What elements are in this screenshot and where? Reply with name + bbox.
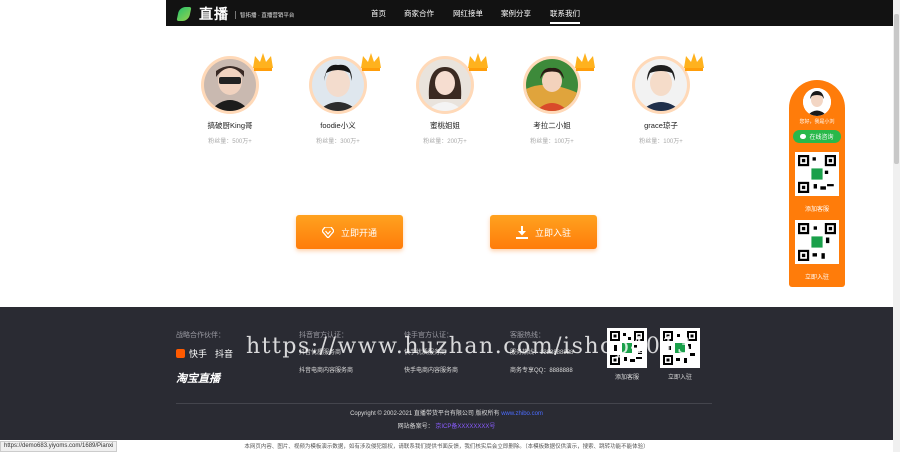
watermark: https://www.huzhan.com/ishop4013 <box>246 334 693 359</box>
nav-home[interactable]: 首页 <box>371 8 386 19</box>
logo-icon <box>176 6 196 22</box>
crown-icon <box>468 53 488 71</box>
streamer-fans: 粉丝量：300万+ <box>316 139 360 145</box>
status-url: https://demo683.yiyoms.com/1689/Pianxi <box>0 441 118 452</box>
streamer-name: foodie小义 <box>320 121 356 130</box>
avatar <box>204 59 256 111</box>
nav-influencer[interactable]: 网红接单 <box>453 8 483 19</box>
float-qr-caption: 添加客服 <box>804 207 829 213</box>
service-avatar <box>803 88 831 116</box>
hotline-qq: 商务专享QQ：8888888 <box>510 368 573 374</box>
float-qr-caption: 立即入驻 <box>804 275 829 281</box>
cert-line: 快手电商内容服务商 <box>404 368 459 374</box>
crown-icon <box>684 53 704 71</box>
streamer-name: grace琼子 <box>644 121 678 130</box>
taobao-live-logo[interactable]: 淘宝直播 <box>176 370 233 386</box>
nav-contact[interactable]: 联系我们 <box>550 8 580 24</box>
scrollbar[interactable] <box>893 0 900 452</box>
cert-line: 抖音电商内容服务商 <box>299 368 354 374</box>
float-qr-join[interactable] <box>795 220 839 264</box>
copyright: Copyright © 2002-2021 直播带货平台有限公司 版权所有 ww… <box>0 408 893 417</box>
streamer-fans: 粉丝量：100万+ <box>530 139 574 145</box>
join-now-label: 立即入驻 <box>534 227 571 238</box>
diamond-icon <box>321 226 334 238</box>
floating-contact-panel: 您好，我是小刘 在线咨询 添加客服 立即入驻 <box>789 80 845 287</box>
avatar <box>419 59 471 111</box>
open-now-label: 立即开通 <box>340 227 377 238</box>
logo-text: 直播 <box>199 6 229 22</box>
streamer-name: 蜜桃姐姐 <box>430 121 460 130</box>
streamer-card[interactable]: 考拉二小姐 粉丝量：100万+ <box>502 53 602 145</box>
avatar <box>312 59 364 111</box>
download-icon <box>515 225 528 239</box>
icp-link[interactable]: 京ICP备XXXXXXXX号 <box>435 424 495 430</box>
page: 直播 智拓播 · 直播营销平台 首页 商家合作 网红接单 案例分享 联系我们 搞… <box>0 0 900 452</box>
disclaimer: 本网页内容、图片、视频为模板演示数据，如有涉及侵犯版权，请联系我们提供书面反馈，… <box>244 444 649 450</box>
partners-title: 战略合作伙伴： <box>176 332 225 339</box>
qr-caption: 立即入驻 <box>667 375 692 381</box>
icp-record: 网站备案号： 京ICP备XXXXXXXX号 <box>0 421 893 430</box>
qr-code-icon <box>798 223 836 261</box>
kuaishou-label[interactable]: 快手 <box>189 347 207 360</box>
footer: 战略合作伙伴： 快手 抖音 淘宝直播 抖音官方认证： 抖音优质服务商 抖音电商内… <box>0 307 893 440</box>
kuaishou-icon <box>176 349 185 358</box>
streamer-fans: 粉丝量：100万+ <box>639 139 683 145</box>
avatar <box>526 59 578 111</box>
footer-divider <box>176 403 712 404</box>
streamer-card[interactable]: grace琼子 粉丝量：100万+ <box>611 53 711 145</box>
service-greeting: 您好，我是小刘 <box>799 119 835 125</box>
open-now-button[interactable]: 立即开通 <box>296 215 403 249</box>
crown-icon <box>361 53 381 71</box>
streamer-name: 考拉二小姐 <box>533 121 571 130</box>
qr-code-icon <box>798 155 836 193</box>
streamer-fans: 粉丝量：500万+ <box>208 139 252 145</box>
online-consult-label: 在线咨询 <box>809 135 834 141</box>
logo-subtitle: 智拓播 · 直播营销平台 <box>235 11 294 19</box>
chat-icon <box>800 134 807 139</box>
nav-cases[interactable]: 案例分享 <box>501 8 531 19</box>
join-now-button[interactable]: 立即入驻 <box>490 215 597 249</box>
streamer-card[interactable]: 蜜桃姐姐 粉丝量：200万+ <box>395 53 495 145</box>
copyright-text: Copyright © 2002-2021 直播带货平台有限公司 版权所有 <box>350 411 500 417</box>
scrollbar-thumb[interactable] <box>894 14 899 164</box>
partners-column: 战略合作伙伴： 快手 抖音 淘宝直播 <box>176 330 233 386</box>
nav-merchant[interactable]: 商家合作 <box>404 8 434 19</box>
online-consult-button[interactable]: 在线咨询 <box>793 130 841 143</box>
icp-label: 网站备案号： <box>397 424 434 430</box>
streamer-card[interactable]: 搞破厨King哥 粉丝量：500万+ <box>180 53 280 145</box>
logo[interactable]: 直播 智拓播 · 直播营销平台 <box>176 4 294 24</box>
avatar <box>635 59 687 111</box>
streamer-fans: 粉丝量：200万+ <box>423 139 467 145</box>
crown-icon <box>575 53 595 71</box>
streamer-card[interactable]: foodie小义 粉丝量：300万+ <box>288 53 388 145</box>
float-qr-service[interactable] <box>795 152 839 196</box>
top-nav: 直播 智拓播 · 直播营销平台 首页 商家合作 网红接单 案例分享 联系我们 <box>166 0 893 26</box>
streamer-name: 搞破厨King哥 <box>207 121 253 130</box>
qr-caption: 添加客服 <box>614 375 639 381</box>
crown-icon <box>253 53 273 71</box>
copyright-link[interactable]: www.zhibo.com <box>501 411 543 417</box>
douyin-label[interactable]: 抖音 <box>215 347 233 360</box>
